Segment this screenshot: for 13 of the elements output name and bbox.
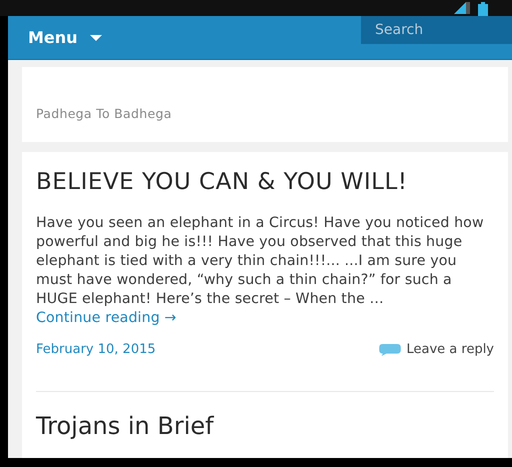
menu-button[interactable]: Menu [8, 16, 102, 58]
site-tagline: Padhega To Badhega [36, 106, 172, 121]
post-excerpt: Have you seen an elephant in a Circus! Have you noticed how powerful and big he is!!! Have you observed that this huge elephant is tied with a very thin chain!!!... ...I am sure you must have wondered, “why such a thin chain?” for such a HUGE elephant! Here’s the secret – When the … Continue reading → [36, 214, 485, 328]
comment-icon [379, 344, 402, 356]
continue-reading-link[interactable]: Continue reading → [36, 310, 176, 326]
leave-reply-link[interactable]: Leave a reply [406, 342, 494, 357]
next-post-title[interactable]: Trojans in Brief [36, 412, 494, 440]
signal-icon [454, 2, 470, 14]
search-field[interactable]: Search [361, 16, 512, 44]
caret-icon [90, 35, 102, 41]
post-title[interactable]: BELIEVE YOU CAN & YOU WILL! [36, 168, 436, 197]
battery-icon [478, 2, 488, 16]
post-date-link[interactable]: February 10, 2015 [36, 342, 156, 357]
